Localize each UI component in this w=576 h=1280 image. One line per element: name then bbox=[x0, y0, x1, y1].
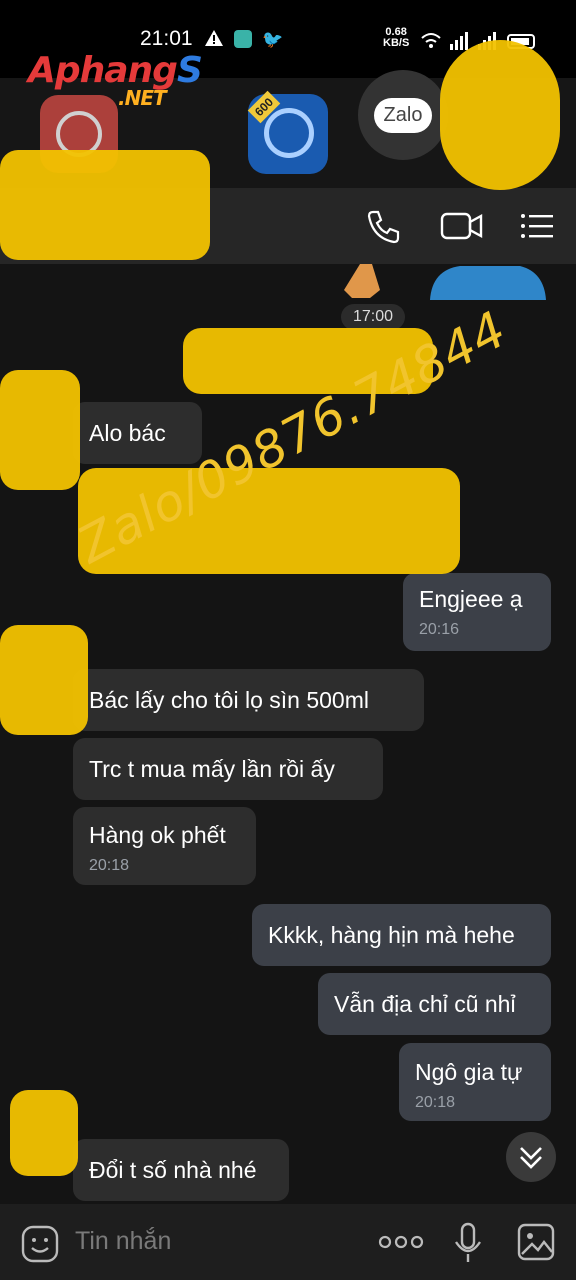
more-button[interactable] bbox=[378, 1230, 424, 1254]
double-chevron-down-icon bbox=[520, 1147, 542, 1169]
message-bubble[interactable]: Engjeee ạ 20:16 bbox=[403, 573, 551, 651]
signal-icon bbox=[450, 32, 468, 50]
message-text: Engjeee ạ bbox=[419, 586, 523, 612]
message-input[interactable]: Tin nhắn bbox=[75, 1227, 171, 1256]
message-text: Bác lấy cho tôi lọ sìn 500ml bbox=[89, 687, 369, 713]
message-text: Đổi t số nhà nhé bbox=[89, 1157, 257, 1183]
zalo-label: Zalo bbox=[373, 97, 433, 133]
redaction-mark bbox=[440, 40, 560, 190]
twitter-icon: 🐦 bbox=[262, 30, 284, 49]
redaction-mark bbox=[10, 1090, 78, 1176]
message-bubble[interactable]: Hàng ok phết 20:18 bbox=[73, 807, 256, 885]
message-text: Kkkk, hàng hịn mà hehe bbox=[268, 922, 515, 948]
scroll-to-bottom-button[interactable] bbox=[506, 1132, 556, 1182]
list-menu-icon bbox=[521, 214, 553, 238]
phone-icon bbox=[367, 210, 400, 244]
site-logo: AphangS .NET bbox=[28, 50, 203, 110]
time-separator: 17:00 bbox=[341, 304, 405, 330]
zalo-app-icon[interactable]: Zalo bbox=[358, 70, 448, 160]
more-dots-icon bbox=[378, 1235, 424, 1249]
image-icon bbox=[517, 1223, 555, 1261]
message-text: Hàng ok phết bbox=[89, 822, 226, 848]
microphone-icon bbox=[455, 1222, 481, 1262]
network-speed-unit: KB/S bbox=[383, 37, 410, 49]
message-time: 20:18 bbox=[415, 1094, 456, 1111]
message-bubble[interactable]: Đổi t số nhà nhé bbox=[73, 1139, 289, 1201]
message-bubble[interactable]: Vẫn địa chỉ cũ nhỉ bbox=[318, 973, 551, 1035]
sticker-button[interactable] bbox=[20, 1224, 60, 1264]
wifi-icon bbox=[421, 33, 441, 48]
message-text: Vẫn địa chỉ cũ nhỉ bbox=[334, 991, 516, 1017]
message-bubble[interactable]: Bác lấy cho tôi lọ sìn 500ml bbox=[73, 669, 424, 731]
network-speed: 0.68 KB/S bbox=[383, 27, 409, 49]
message-bubble[interactable]: Ngô gia tự 20:18 bbox=[399, 1043, 551, 1121]
video-call-button[interactable] bbox=[440, 208, 484, 244]
message-composer: Tin nhắn bbox=[0, 1204, 576, 1280]
message-text: Ngô gia tự bbox=[415, 1059, 523, 1085]
logo-suffix: .NET bbox=[118, 86, 167, 110]
voice-button[interactable] bbox=[452, 1222, 484, 1264]
app-notification-icon bbox=[234, 30, 252, 48]
redaction-mark bbox=[0, 370, 80, 490]
call-button[interactable] bbox=[365, 208, 405, 244]
video-camera-icon bbox=[440, 212, 483, 240]
menu-button[interactable] bbox=[519, 208, 559, 244]
message-time: 20:18 bbox=[89, 857, 130, 874]
sticker-preview bbox=[344, 264, 546, 300]
logo-text-2: S bbox=[176, 50, 203, 91]
message-bubble[interactable]: Kkkk, hàng hịn mà hehe bbox=[252, 904, 551, 966]
message-text: Alo bác bbox=[89, 420, 166, 446]
emoji-icon bbox=[21, 1225, 59, 1263]
warning-icon bbox=[205, 30, 223, 51]
redaction-mark bbox=[0, 625, 88, 735]
image-button[interactable] bbox=[516, 1222, 556, 1262]
clock: 21:01 bbox=[140, 27, 193, 50]
logo-text-1: Aphang bbox=[28, 50, 178, 91]
message-bubble[interactable]: Trc t mua mấy lần rồi ấy bbox=[73, 738, 383, 800]
message-time: 20:16 bbox=[419, 621, 460, 638]
message-bubble[interactable]: Alo bác bbox=[73, 402, 202, 464]
redaction-mark bbox=[0, 150, 210, 260]
message-text: Trc t mua mấy lần rồi ấy bbox=[89, 756, 335, 782]
